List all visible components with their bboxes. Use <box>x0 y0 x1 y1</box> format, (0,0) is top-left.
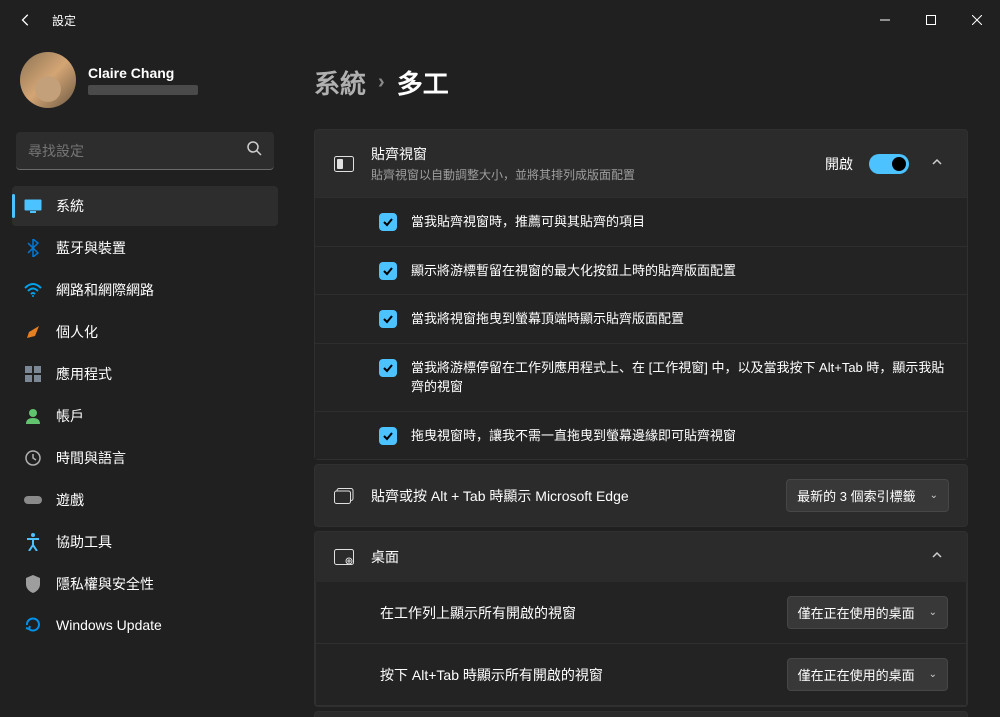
desktop-icon <box>333 546 355 568</box>
snap-icon <box>333 153 355 175</box>
desktop-alttab-row: 按下 Alt+Tab 時顯示所有開啟的視窗 僅在正在使用的桌面⌄ <box>315 644 967 706</box>
snap-option-row: 拖曳視窗時，讓我不需一直拖曳到螢幕邊緣即可貼齊視窗 <box>315 411 967 460</box>
title-shake-row[interactable]: 標題列視窗搖動 以滑鼠抓取視窗標題列並搖晃視窗，即可將其他開啟的視窗最小化 開啟 <box>314 711 968 717</box>
sidebar-item-person[interactable]: 帳戶 <box>12 396 278 436</box>
sidebar-item-label: 網路和網際網路 <box>56 280 154 300</box>
profile-email-redacted <box>88 85 198 95</box>
sidebar-item-label: Windows Update <box>56 617 162 633</box>
sidebar-item-accessibility[interactable]: 協助工具 <box>12 522 278 562</box>
sidebar-item-monitor[interactable]: 系統 <box>12 186 278 226</box>
profile-name: Claire Chang <box>88 65 198 81</box>
sidebar-item-label: 時間與語言 <box>56 448 126 468</box>
snap-subtitle: 貼齊視窗以自動調整大小，並將其排列成版面配置 <box>371 166 809 183</box>
snap-option-label: 顯示將游標暫留在視窗的最大化按鈕上時的貼齊版面配置 <box>411 261 736 281</box>
update-icon <box>24 616 42 634</box>
desktop-card: 桌面 在工作列上顯示所有開啟的視窗 僅在正在使用的桌面⌄ 按下 Alt+Tab … <box>314 531 968 707</box>
minimize-button[interactable] <box>862 0 908 40</box>
snap-option-checkbox[interactable] <box>379 213 397 231</box>
sidebar-item-shield[interactable]: 隱私權與安全性 <box>12 564 278 604</box>
sidebar-item-label: 系統 <box>56 196 84 216</box>
breadcrumb: 系統 › 多工 <box>314 64 968 101</box>
search-input[interactable] <box>28 143 246 159</box>
snap-option-row: 顯示將游標暫留在視窗的最大化按鈕上時的貼齊版面配置 <box>315 246 967 295</box>
sidebar-item-label: 遊戲 <box>56 490 84 510</box>
chevron-right-icon: › <box>378 71 385 94</box>
chevron-up-icon <box>925 548 949 566</box>
monitor-icon <box>24 197 42 215</box>
snap-option-label: 當我將游標停留在工作列應用程式上、在 [工作視窗] 中，以及當我按下 Alt+T… <box>411 358 949 397</box>
avatar <box>20 52 76 108</box>
chevron-down-icon: ⌄ <box>929 607 937 618</box>
sidebar-item-label: 應用程式 <box>56 364 112 384</box>
sidebar-item-clock[interactable]: 時間與語言 <box>12 438 278 478</box>
snap-title: 貼齊視窗 <box>371 144 809 164</box>
snap-state-label: 開啟 <box>825 154 853 174</box>
sidebar-item-label: 隱私權與安全性 <box>56 574 154 594</box>
person-icon <box>24 407 42 425</box>
edge-label: 貼齊或按 Alt + Tab 時顯示 Microsoft Edge <box>371 486 770 506</box>
shield-icon <box>24 575 42 593</box>
snap-option-checkbox[interactable] <box>379 427 397 445</box>
snap-option-label: 拖曳視窗時，讓我不需一直拖曳到螢幕邊緣即可貼齊視窗 <box>411 426 736 446</box>
clock-icon <box>24 449 42 467</box>
edge-dropdown[interactable]: 最新的 3 個索引標籤 ⌄ <box>786 479 949 512</box>
edge-alt-tab-row[interactable]: 貼齊或按 Alt + Tab 時顯示 Microsoft Edge 最新的 3 … <box>314 464 968 527</box>
sidebar-item-label: 藍牙與裝置 <box>56 238 126 258</box>
window-title: 設定 <box>52 12 76 29</box>
back-button[interactable] <box>16 10 36 30</box>
sidebar-item-apps[interactable]: 應用程式 <box>12 354 278 394</box>
sidebar-item-update[interactable]: Windows Update <box>12 606 278 644</box>
close-button[interactable] <box>954 0 1000 40</box>
desktop-header[interactable]: 桌面 <box>315 532 967 582</box>
tabs-icon <box>333 485 355 507</box>
accessibility-icon <box>24 533 42 551</box>
wifi-icon <box>24 281 42 299</box>
gamepad-icon <box>24 491 42 509</box>
search-box[interactable] <box>16 132 274 170</box>
apps-icon <box>24 365 42 383</box>
snap-option-label: 當我貼齊視窗時，推薦可與其貼齊的項目 <box>411 212 645 232</box>
snap-option-row: 當我將游標停留在工作列應用程式上、在 [工作視窗] 中，以及當我按下 Alt+T… <box>315 343 967 411</box>
sidebar-item-label: 個人化 <box>56 322 98 342</box>
desktop-taskbar-dropdown[interactable]: 僅在正在使用的桌面⌄ <box>787 596 948 629</box>
sidebar-item-brush[interactable]: 個人化 <box>12 312 278 352</box>
snap-option-checkbox[interactable] <box>379 310 397 328</box>
snap-windows-header[interactable]: 貼齊視窗 貼齊視窗以自動調整大小，並將其排列成版面配置 開啟 <box>315 130 967 197</box>
snap-option-label: 當我將視窗拖曳到螢幕頂端時顯示貼齊版面配置 <box>411 309 684 329</box>
snap-windows-card: 貼齊視窗 貼齊視窗以自動調整大小，並將其排列成版面配置 開啟 當我貼齊視窗時，推… <box>314 129 968 460</box>
snap-option-checkbox[interactable] <box>379 262 397 280</box>
breadcrumb-parent[interactable]: 系統 <box>314 64 366 101</box>
profile-section[interactable]: Claire Chang <box>12 40 278 128</box>
brush-icon <box>24 323 42 341</box>
chevron-up-icon <box>925 155 949 173</box>
chevron-down-icon: ⌄ <box>930 490 938 501</box>
desktop-title: 桌面 <box>371 547 909 567</box>
chevron-down-icon: ⌄ <box>929 669 937 680</box>
search-icon <box>246 140 262 161</box>
desktop-taskbar-row: 在工作列上顯示所有開啟的視窗 僅在正在使用的桌面⌄ <box>315 582 967 644</box>
breadcrumb-current: 多工 <box>397 64 449 101</box>
sidebar-item-gamepad[interactable]: 遊戲 <box>12 480 278 520</box>
maximize-button[interactable] <box>908 0 954 40</box>
sidebar-item-bluetooth[interactable]: 藍牙與裝置 <box>12 228 278 268</box>
snap-option-checkbox[interactable] <box>379 359 397 377</box>
sidebar-item-wifi[interactable]: 網路和網際網路 <box>12 270 278 310</box>
sidebar-item-label: 協助工具 <box>56 532 112 552</box>
sidebar-item-label: 帳戶 <box>56 406 84 426</box>
snap-toggle[interactable] <box>869 154 909 174</box>
snap-option-row: 當我貼齊視窗時，推薦可與其貼齊的項目 <box>315 197 967 246</box>
bluetooth-icon <box>24 239 42 257</box>
desktop-alttab-dropdown[interactable]: 僅在正在使用的桌面⌄ <box>787 658 948 691</box>
snap-option-row: 當我將視窗拖曳到螢幕頂端時顯示貼齊版面配置 <box>315 294 967 343</box>
